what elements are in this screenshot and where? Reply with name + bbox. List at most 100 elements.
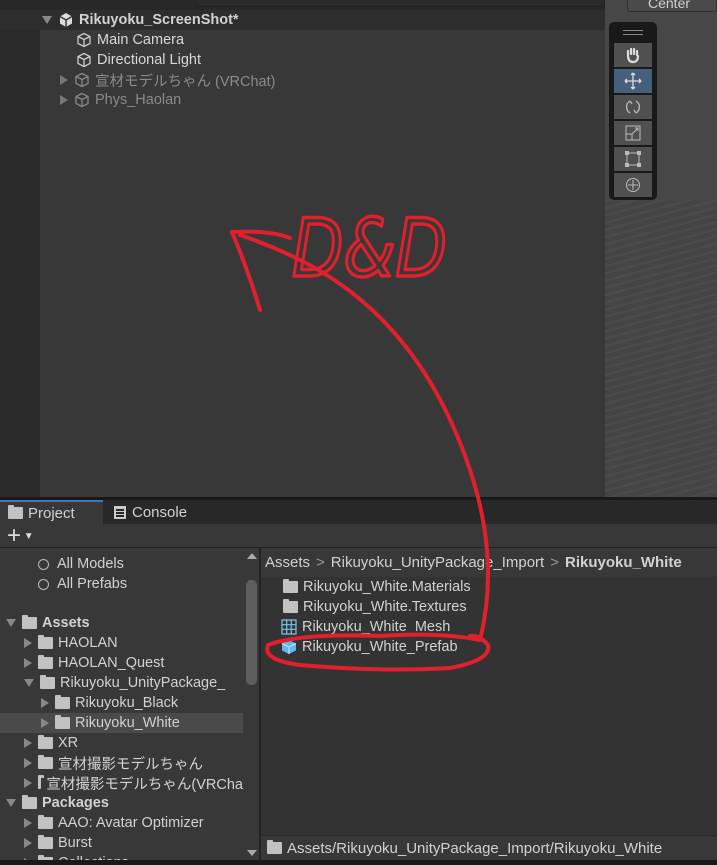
- hand-tool-button[interactable]: [614, 43, 652, 67]
- tab-project[interactable]: Project: [0, 500, 103, 524]
- pivot-dropdown[interactable]: Center: [627, 0, 717, 12]
- expand-arrow-icon[interactable]: [60, 95, 68, 105]
- folder-icon: [38, 835, 53, 849]
- expand-arrow-icon[interactable]: [24, 758, 32, 768]
- tree-item[interactable]: Rikuyoku_White: [0, 713, 243, 733]
- tree-item-label: Rikuyoku_UnityPackage_: [60, 675, 226, 691]
- tree-item-label: AAO: Avatar Optimizer: [58, 815, 204, 831]
- pivot-label: Center: [648, 0, 691, 11]
- hierarchy-item[interactable]: Directional Light: [76, 50, 201, 70]
- expand-arrow-icon[interactable]: [24, 638, 32, 648]
- expand-arrow-icon[interactable]: [6, 619, 16, 627]
- asset-label: Rikuyoku_White.Materials: [303, 579, 471, 595]
- rotate-tool-button[interactable]: [614, 95, 652, 119]
- tree-item[interactable]: All Models: [0, 554, 243, 574]
- transform-tool-button[interactable]: [614, 173, 652, 197]
- expand-arrow-icon[interactable]: [24, 679, 34, 687]
- scroll-up-icon[interactable]: [247, 553, 257, 559]
- asset-label: Rikuyoku_White.Textures: [303, 599, 467, 615]
- expand-arrow-icon[interactable]: [24, 838, 32, 848]
- folder-icon: [8, 505, 23, 519]
- hierarchy-item-label: Directional Light: [97, 52, 201, 68]
- scroll-down-icon[interactable]: [247, 850, 257, 856]
- asset-item[interactable]: Rikuyoku_White_Mesh: [281, 617, 450, 637]
- expand-arrow-icon[interactable]: [24, 658, 32, 668]
- expand-arrow-icon[interactable]: [24, 858, 32, 860]
- search-icon: [38, 558, 49, 570]
- hierarchy-search-input[interactable]: [195, 0, 605, 7]
- expand-arrow-icon[interactable]: [6, 799, 16, 807]
- scale-tool-button[interactable]: [614, 121, 652, 145]
- folder-icon: [283, 579, 298, 593]
- expand-arrow-icon[interactable]: [24, 818, 32, 828]
- folder-icon: [38, 775, 45, 789]
- asset-item[interactable]: Rikuyoku_White_Prefab: [281, 637, 458, 657]
- tree-item[interactable]: HAOLAN: [0, 633, 243, 653]
- tree-item[interactable]: Rikuyoku_Black: [0, 693, 243, 713]
- tree-item[interactable]: Burst: [0, 833, 243, 853]
- breadcrumb-package[interactable]: Rikuyoku_UnityPackage_Import: [331, 554, 544, 571]
- gameobject-icon: [77, 32, 91, 48]
- chevron-down-icon: ▼: [21, 531, 34, 543]
- hierarchy-item[interactable]: Phys_Haolan: [60, 90, 181, 110]
- tree-item-label: Assets: [42, 615, 90, 631]
- expand-arrow-icon[interactable]: [60, 75, 68, 85]
- add-button[interactable]: + ▼: [7, 522, 34, 550]
- folder-icon: [267, 840, 282, 854]
- tree-item-label: 宣材撮影モデルちゃん(VRCha: [46, 776, 243, 793]
- expand-arrow-icon[interactable]: [41, 698, 49, 708]
- search-icon: [38, 578, 49, 590]
- breadcrumb-current[interactable]: Rikuyoku_White: [565, 554, 682, 571]
- folder-icon: [38, 635, 53, 649]
- asset-item[interactable]: Rikuyoku_White.Textures: [281, 597, 467, 617]
- tree-item[interactable]: 宣材撮影モデルちゃん(VRCha: [0, 773, 243, 793]
- scene-root-row[interactable]: Rikuyoku_ScreenShot*: [42, 10, 239, 30]
- selected-path-bar: Assets/Rikuyoku_UnityPackage_Import/Riku…: [261, 835, 717, 860]
- folder-icon: [55, 715, 70, 729]
- scene-name: Rikuyoku_ScreenShot*: [79, 12, 239, 28]
- expand-arrow-icon[interactable]: [24, 778, 32, 788]
- prefab-icon: [281, 640, 297, 654]
- asset-item[interactable]: Rikuyoku_White.Materials: [281, 577, 471, 597]
- console-icon: [114, 505, 126, 519]
- tree-item[interactable]: 宣材撮影モデルちゃん: [0, 753, 243, 773]
- tab-label: Project: [28, 504, 75, 522]
- move-tool-button[interactable]: [614, 69, 652, 93]
- rect-tool-button[interactable]: [614, 147, 652, 171]
- add-label: +: [7, 522, 22, 549]
- rotate-icon: [626, 100, 640, 114]
- tree-item[interactable]: Packages: [0, 793, 243, 813]
- gameobject-icon: [77, 52, 91, 68]
- asset-label: Rikuyoku_White_Mesh: [302, 619, 451, 635]
- hierarchy-item-label: Phys_Haolan: [95, 92, 182, 108]
- hierarchy-item[interactable]: Main Camera: [76, 30, 184, 50]
- expand-arrow-icon[interactable]: [24, 738, 32, 748]
- tree-item-label: All Prefabs: [57, 576, 128, 592]
- tree-item[interactable]: Rikuyoku_UnityPackage_: [0, 673, 243, 693]
- unity-scene-icon: [59, 13, 73, 27]
- tree-item[interactable]: XR: [0, 733, 243, 753]
- tools-overlay: [609, 22, 657, 200]
- expand-arrow-icon[interactable]: [42, 16, 52, 24]
- tab-console[interactable]: Console: [106, 500, 206, 524]
- expand-arrow-icon[interactable]: [41, 718, 49, 728]
- folder-icon: [38, 735, 53, 749]
- tree-item-label: Rikuyoku_White: [75, 715, 180, 731]
- hierarchy-item[interactable]: 宣材モデルちゃん (VRChat): [60, 70, 275, 90]
- tree-item-label: Collections: [58, 855, 129, 860]
- drag-handle-icon[interactable]: [623, 30, 643, 35]
- breadcrumb-assets[interactable]: Assets: [265, 554, 310, 571]
- folder-icon: [38, 655, 53, 669]
- tree-item[interactable]: Assets: [0, 613, 243, 633]
- hierarchy-item-label: 宣材モデルちゃん (VRChat): [95, 73, 276, 90]
- tree-item[interactable]: HAOLAN_Quest: [0, 653, 243, 673]
- move-icon: [624, 72, 642, 90]
- folder-open-icon: [40, 675, 55, 689]
- tree-item[interactable]: Collections: [0, 853, 243, 860]
- scrollbar-thumb[interactable]: [246, 580, 257, 685]
- tree-item[interactable]: AAO: Avatar Optimizer: [0, 813, 243, 833]
- tree-item-label: Packages: [42, 795, 109, 811]
- tree-item[interactable]: All Prefabs: [0, 574, 243, 594]
- folder-icon: [38, 815, 53, 829]
- project-tab-bar: Project Console: [0, 500, 717, 524]
